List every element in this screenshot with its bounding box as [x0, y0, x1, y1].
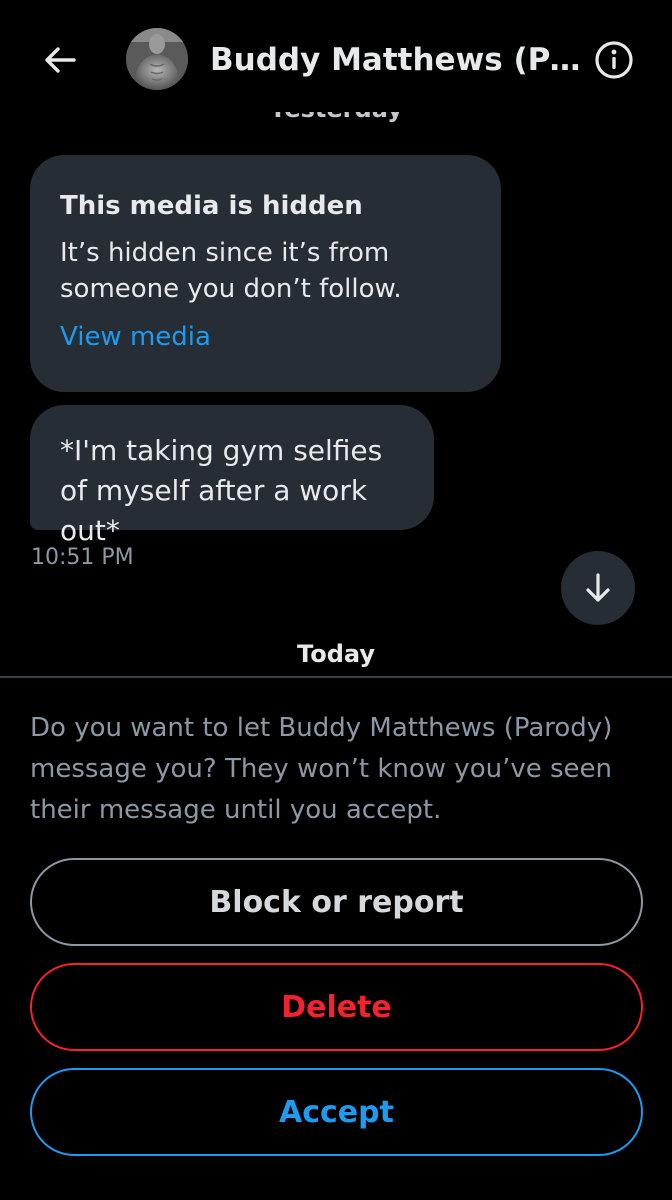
- request-prompt: Do you want to let Buddy Matthews (Parod…: [30, 713, 613, 825]
- message-timestamp: 10:51 PM: [31, 545, 134, 570]
- header-title[interactable]: Buddy Matthews (Pa...: [210, 38, 590, 82]
- avatar-image: [126, 28, 188, 90]
- block-or-report-button[interactable]: Block or report: [30, 858, 643, 946]
- info-button[interactable]: [590, 36, 638, 84]
- message-request-panel: Do you want to let Buddy Matthews (Parod…: [0, 676, 672, 1200]
- scroll-to-bottom-button[interactable]: [561, 551, 635, 625]
- info-circle-icon: [595, 41, 633, 79]
- hidden-media-body: It’s hidden since it’s from someone you …: [60, 238, 402, 304]
- back-button[interactable]: [36, 36, 84, 84]
- accept-button[interactable]: Accept: [30, 1068, 643, 1156]
- hidden-media-title: This media is hidden: [60, 191, 363, 221]
- avatar[interactable]: [126, 28, 188, 90]
- message-bubble[interactable]: *I'm taking gym selfies of myself after …: [30, 405, 434, 547]
- view-media-link[interactable]: View media: [60, 319, 211, 355]
- day-label-today: Today: [297, 640, 375, 668]
- arrow-left-icon: [45, 47, 76, 73]
- conversation-header: Buddy Matthews (Pa...: [0, 0, 672, 112]
- dm-screen: Buddy Matthews (Pa... Yesterday This med…: [0, 0, 672, 1200]
- hidden-media-message: This media is hidden It’s hidden since i…: [30, 155, 501, 392]
- arrow-down-icon: [586, 573, 610, 602]
- delete-button[interactable]: Delete: [30, 963, 643, 1051]
